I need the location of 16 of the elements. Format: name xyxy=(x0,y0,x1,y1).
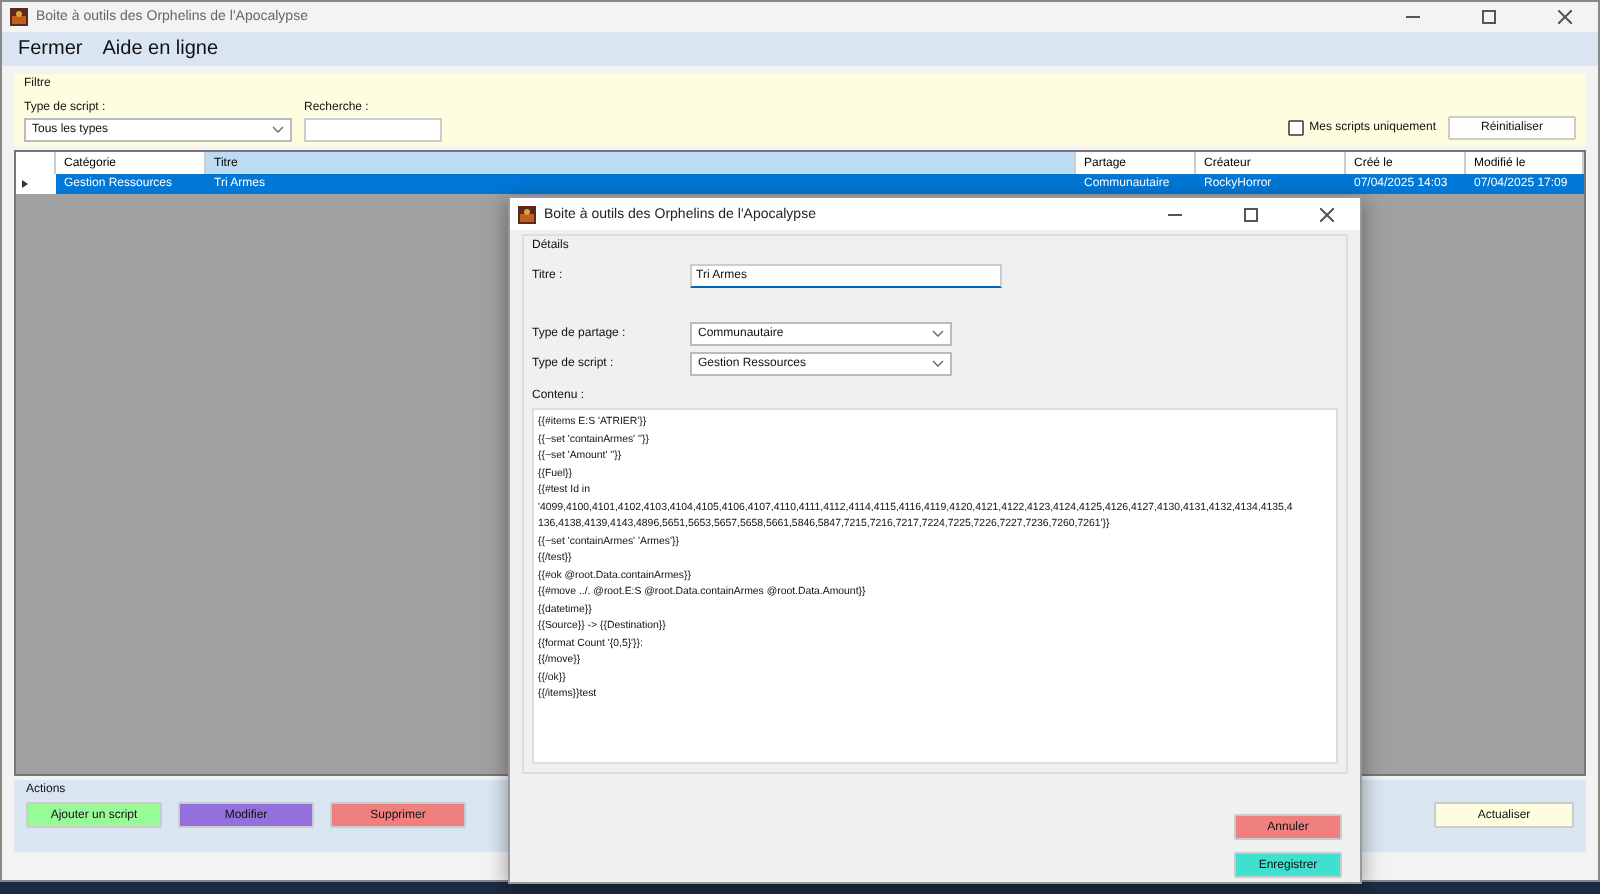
search-field[interactable] xyxy=(304,118,442,142)
checkbox[interactable] xyxy=(1287,120,1304,136)
menu-item[interactable]: Aide en ligne xyxy=(102,38,219,60)
close-icon[interactable] xyxy=(1319,207,1333,221)
maximize-icon[interactable] xyxy=(1481,10,1495,24)
close-icon[interactable] xyxy=(1557,10,1571,24)
chevron-down-icon xyxy=(272,126,284,134)
chevron-down-icon xyxy=(932,360,944,368)
row-pointer-icon xyxy=(22,180,28,188)
app-icon xyxy=(518,205,536,223)
minimize-icon[interactable] xyxy=(1405,16,1419,18)
maximize-icon[interactable] xyxy=(1243,207,1257,221)
chevron-down-icon xyxy=(932,330,944,338)
minimize-icon[interactable] xyxy=(1167,213,1181,215)
menu-item[interactable]: Fermer xyxy=(18,38,83,60)
app-icon xyxy=(10,8,28,26)
